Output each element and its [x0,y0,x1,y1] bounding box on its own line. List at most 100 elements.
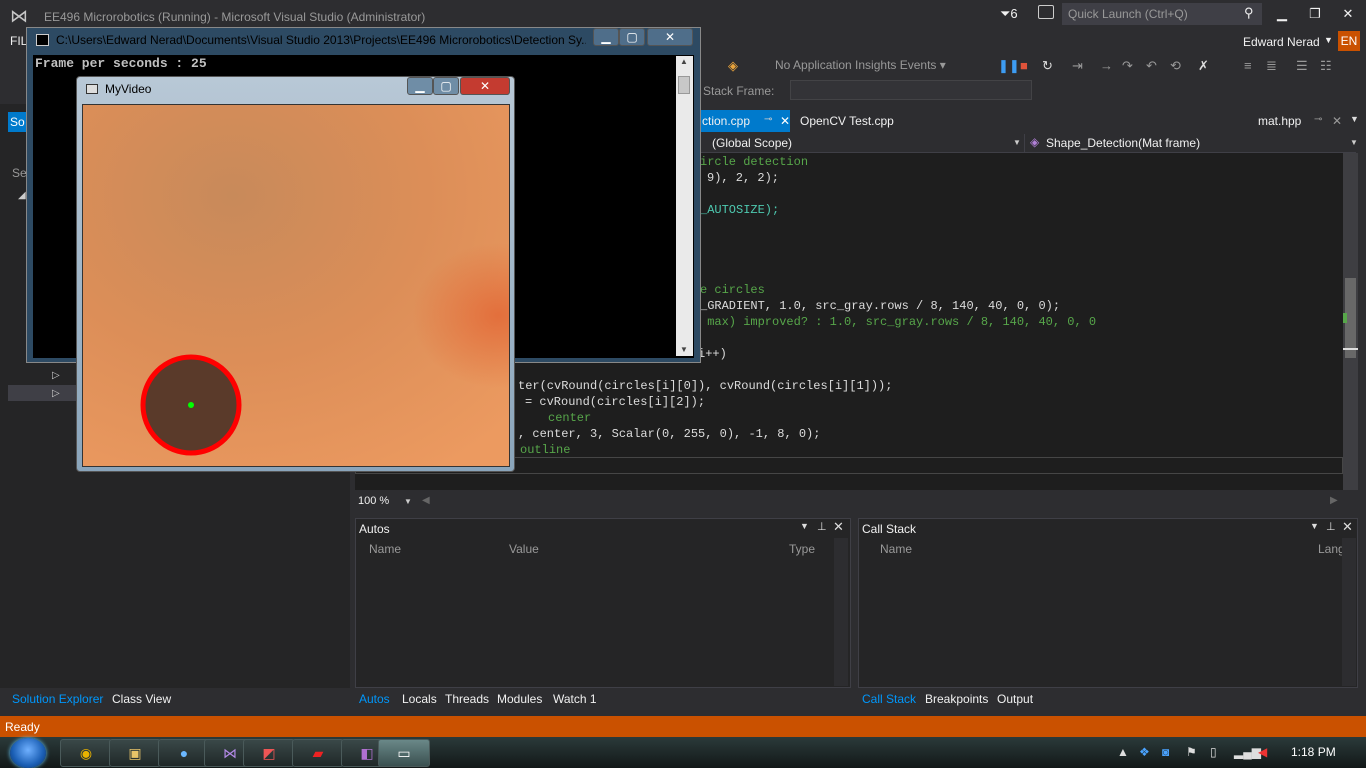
maximize-button[interactable]: ▢ [433,77,459,95]
tab-class-view[interactable]: Class View [112,692,171,706]
minimize-button[interactable]: ▁ [593,28,619,46]
tab-locals[interactable]: Locals [402,692,437,706]
app2-taskbar-button[interactable]: ◩ [243,739,295,767]
chrome-taskbar-button[interactable]: ◉ [60,739,112,767]
hex-display-icon[interactable]: ✗ [1198,58,1209,74]
call-stack-scrollbar[interactable] [1342,538,1356,686]
restore-button[interactable]: ❐ [1303,4,1327,24]
close-button[interactable]: ✕ [647,28,693,46]
quick-launch-input[interactable]: Quick Launch (Ctrl+Q) [1062,3,1262,25]
chevron-down-icon[interactable]: ▼ [404,497,412,506]
close-button[interactable]: ✕ [460,77,510,95]
scroll-left-icon[interactable]: ◀ [422,495,430,506]
toolbar-icon-2[interactable]: ≣ [1266,58,1277,74]
minimize-button[interactable]: ▁ [407,77,433,95]
stack-frame-dropdown[interactable] [790,80,1032,100]
pin-icon[interactable]: ⊸ [1314,114,1322,125]
chevron-down-icon[interactable]: ▼ [800,521,809,531]
pin-icon[interactable]: ⊸ [764,114,772,125]
expand-icon[interactable]: ▷ [52,388,60,399]
tab-watch-1[interactable]: Watch 1 [553,692,597,706]
chevron-down-icon[interactable]: ▼ [1310,521,1319,531]
scroll-up-icon[interactable]: ▲ [680,57,688,66]
flag-icon[interactable]: ⚑ [1186,745,1197,759]
menu-file[interactable]: FIL [10,34,27,48]
user-name[interactable]: Edward Nerad [1243,35,1320,49]
tab-mat-hpp[interactable]: mat.hpp [1258,114,1301,128]
scroll-right-icon[interactable]: ▶ [1330,495,1338,506]
call-stack-title: Call Stack [862,522,917,536]
column-value[interactable]: Value [509,542,539,556]
pdf-taskbar-button[interactable]: ▰ [292,739,344,767]
autos-scrollbar[interactable] [834,538,848,686]
column-lang[interactable]: Lang [1318,542,1342,556]
battery-icon[interactable]: ▯ [1210,745,1217,759]
show-next-statement-icon[interactable]: ⇥ [1072,58,1083,74]
tab-detection-cpp[interactable]: ction.cpp [702,114,750,128]
chevron-down-icon[interactable]: ▼ [1013,138,1021,147]
column-type[interactable]: Type [789,542,815,556]
debug-option-icon[interactable]: ⟲ [1170,58,1181,74]
search-icon[interactable]: ⚲ [1244,5,1254,21]
zoom-level[interactable]: 100 % [358,495,389,507]
global-scope-dropdown[interactable]: (Global Scope) [712,136,792,150]
tab-output[interactable]: Output [997,692,1033,706]
toolbox-icon[interactable]: ◈ [728,58,738,74]
tab-threads[interactable]: Threads [445,692,489,706]
language-indicator[interactable]: EN [1338,31,1360,51]
volume-muted-icon[interactable]: ◀ [1258,745,1267,759]
console-taskbar-button[interactable]: ▭ [378,739,430,767]
pin-icon[interactable]: ⊥ [817,520,827,533]
tab-close-icon[interactable]: ✕ [780,114,790,128]
dropbox-icon[interactable]: ❖ [1139,745,1150,759]
step-over-icon[interactable]: ↷ [1122,58,1133,74]
function-scope-dropdown[interactable]: Shape_Detection(Mat frame) [1046,136,1200,150]
tab-solution-explorer[interactable]: Solution Explorer [12,692,103,706]
step-into-icon[interactable]: → [1100,58,1113,73]
toolbar-icon-1[interactable]: ≡ [1244,58,1252,73]
tab-modules[interactable]: Modules [497,692,542,706]
toolbar-icon-3[interactable]: ☰ [1296,58,1308,74]
minimize-button[interactable]: ▁ [1270,4,1294,24]
toolbar-icon-4[interactable]: ☷ [1320,58,1332,74]
column-name[interactable]: Name [369,542,401,556]
explorer-taskbar-button[interactable]: ▣ [109,739,161,767]
tab-breakpoints[interactable]: Breakpoints [925,692,988,706]
close-button[interactable]: ✕ [1336,4,1360,24]
close-icon[interactable]: ✕ [833,519,844,535]
tab-opencv-test[interactable]: OpenCV Test.cpp [800,114,894,128]
pin-icon[interactable]: ⊥ [1326,520,1336,533]
chevron-down-icon[interactable]: ▼ [1324,35,1333,45]
maximize-button[interactable]: ▢ [619,28,645,46]
expand-icon[interactable]: ▷ [52,370,60,381]
network-icon[interactable]: ▂▄▆ [1234,745,1261,759]
stack-frame-label: Stack Frame: [703,84,775,98]
video-frame[interactable] [82,104,510,467]
scrollbar-thumb[interactable] [678,76,690,94]
tab-close-icon[interactable]: ✕ [1332,114,1342,128]
console-scrollbar[interactable] [676,56,693,356]
search-label[interactable]: Se [12,166,27,180]
solution-explorer-tab[interactable]: So [8,112,28,132]
pause-icon[interactable]: ❚❚ [998,58,1020,74]
stop-icon[interactable]: ■ [1020,58,1028,73]
step-out-icon[interactable]: ↶ [1146,58,1157,74]
notifications-button[interactable]: ⏷6 [1000,6,1018,22]
clock[interactable]: 1:18 PM [1291,745,1336,759]
start-button[interactable] [10,738,46,768]
chevron-down-icon[interactable]: ▼ [1350,138,1358,147]
close-icon[interactable]: ✕ [1342,519,1353,535]
tab-call-stack[interactable]: Call Stack [862,692,916,706]
tab-autos[interactable]: Autos [359,692,390,706]
scroll-down-icon[interactable]: ▼ [680,345,688,354]
tray-app-icon[interactable]: ◙ [1162,745,1169,759]
feedback-icon[interactable] [1038,5,1054,19]
column-name[interactable]: Name [880,542,912,556]
chevron-down-icon[interactable]: ▼ [1350,114,1359,124]
app-taskbar-button[interactable]: ● [158,739,210,767]
application-insights-dropdown[interactable]: No Application Insights Events ▾ [775,58,946,72]
call-stack-panel [858,518,1358,688]
tree-icon[interactable]: ◢ [18,190,26,201]
restart-icon[interactable]: ↻ [1042,58,1053,74]
tray-arrow-icon[interactable]: ▲ [1117,745,1129,759]
